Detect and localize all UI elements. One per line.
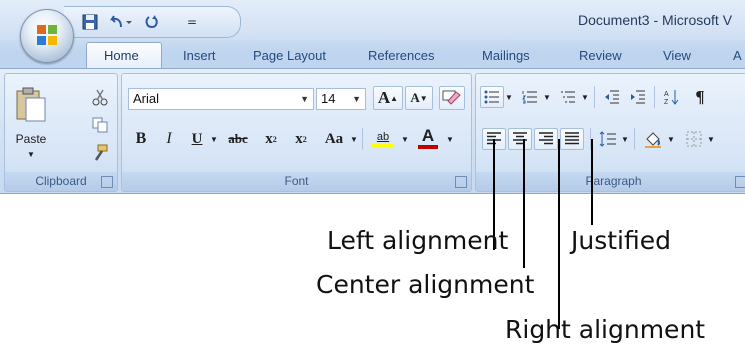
ribbon-body: Paste ▼ Clipboard Arial ▼ 14 ▼ A ▲ A ▼ B… <box>0 68 745 193</box>
clipboard-dialog-launcher-icon[interactable] <box>101 176 113 188</box>
justify-icon <box>565 132 579 145</box>
grow-font-button[interactable]: A ▲ <box>373 86 403 110</box>
decrease-indent-icon[interactable] <box>600 86 624 108</box>
underline-button[interactable]: U <box>186 128 208 150</box>
office-button[interactable] <box>20 9 74 63</box>
clipboard-group: Paste ▼ Clipboard <box>4 73 118 192</box>
subscript-button[interactable]: x2 <box>258 128 284 150</box>
change-case-button[interactable]: Aa <box>318 128 350 150</box>
save-icon[interactable] <box>78 10 102 34</box>
quick-access-toolbar: = <box>64 6 241 38</box>
font-separator <box>362 128 363 150</box>
sort-icon[interactable]: AZ <box>660 86 684 108</box>
cut-icon[interactable] <box>89 86 111 108</box>
paste-dropdown-arrow-icon[interactable]: ▼ <box>21 148 41 160</box>
superscript-icon: x <box>295 130 303 147</box>
tab-references[interactable]: References <box>368 48 434 63</box>
clear-formatting-icon[interactable] <box>439 86 465 110</box>
copy-icon[interactable] <box>89 114 111 136</box>
highlight-color-swatch <box>372 143 394 148</box>
highlight-button[interactable]: ab <box>368 126 398 152</box>
bold-button[interactable]: B <box>130 128 152 150</box>
paragraph-separator-4 <box>634 128 635 150</box>
multilevel-list-icon[interactable] <box>556 86 580 108</box>
shrink-font-icon: A <box>410 90 420 105</box>
font-dialog-launcher-icon[interactable] <box>455 176 467 188</box>
justified-callout-line <box>591 139 593 225</box>
justify-button[interactable] <box>560 128 584 150</box>
title-bar: = Document3 - Microsoft V <box>0 0 745 40</box>
font-color-swatch <box>418 145 438 149</box>
strikethrough-button[interactable]: abc <box>222 128 254 150</box>
align-center-button[interactable] <box>508 128 532 150</box>
align-right-button[interactable] <box>534 128 558 150</box>
redo-icon[interactable] <box>140 10 170 34</box>
font-size-select[interactable]: 14 ▼ <box>316 88 366 110</box>
svg-text:A: A <box>664 91 669 98</box>
font-color-dropdown-icon[interactable]: ▼ <box>444 128 456 150</box>
numbering-icon[interactable] <box>518 86 542 108</box>
justified-label: Justified <box>571 226 671 255</box>
paste-icon[interactable] <box>11 84 51 124</box>
font-size-value: 14 <box>321 91 336 106</box>
font-size-dropdown-icon: ▼ <box>352 94 361 104</box>
shading-dropdown-icon[interactable]: ▼ <box>666 128 676 150</box>
highlight-dropdown-icon[interactable]: ▼ <box>399 128 411 150</box>
borders-icon[interactable] <box>682 128 706 150</box>
paragraph-group: ▼ ▼ ▼ AZ ¶ ▼ ▼ ▼ Paragraph <box>475 73 745 192</box>
underline-dropdown-icon[interactable]: ▼ <box>208 128 220 150</box>
font-group-label: Font <box>122 172 471 191</box>
show-marks-button[interactable]: ¶ <box>688 86 712 108</box>
tab-mailings[interactable]: Mailings <box>482 48 530 63</box>
font-group: Arial ▼ 14 ▼ A ▲ A ▼ B I U ▼ abc x2 x2 Aa … <box>121 73 472 192</box>
svg-text:Z: Z <box>664 99 669 105</box>
font-color-button[interactable]: A <box>414 124 442 152</box>
left-alignment-label: Left alignment <box>327 226 509 255</box>
highlight-icon: ab <box>376 130 390 143</box>
font-color-icon: A <box>421 126 435 145</box>
office-logo-icon <box>37 25 57 45</box>
tab-page-layout[interactable]: Page Layout <box>253 48 326 63</box>
paragraph-group-label: Paragraph <box>476 172 745 191</box>
borders-dropdown-icon[interactable]: ▼ <box>706 128 716 150</box>
subscript-icon: x <box>265 130 273 147</box>
bullets-dropdown-icon[interactable]: ▼ <box>504 86 514 108</box>
right-alignment-label: Right alignment <box>505 315 706 344</box>
numbering-dropdown-icon[interactable]: ▼ <box>542 86 552 108</box>
tab-home[interactable]: Home <box>104 48 139 63</box>
change-case-dropdown-icon[interactable]: ▼ <box>349 128 359 150</box>
center-alignment-label: Center alignment <box>316 270 535 299</box>
shrink-font-button[interactable]: A ▼ <box>405 86 433 110</box>
grow-font-icon: A <box>377 88 391 107</box>
ribbon-tabs: Home Insert Page Layout References Maili… <box>0 40 745 71</box>
multilevel-dropdown-icon[interactable]: ▼ <box>580 86 590 108</box>
window-title: Document3 - Microsoft V <box>578 12 733 28</box>
undo-icon[interactable] <box>106 10 136 34</box>
paste-button[interactable]: Paste <box>9 130 53 148</box>
align-center-icon <box>513 132 527 145</box>
tab-insert[interactable]: Insert <box>183 48 216 63</box>
line-spacing-dropdown-icon[interactable]: ▼ <box>620 128 630 150</box>
center-alignment-callout-line <box>523 139 525 268</box>
format-painter-icon[interactable] <box>89 142 111 164</box>
right-alignment-callout-line <box>558 139 560 329</box>
tab-view[interactable]: View <box>663 48 691 63</box>
font-family-dropdown-icon: ▼ <box>300 94 309 104</box>
paragraph-dialog-launcher-icon[interactable] <box>735 176 745 188</box>
customize-qat-icon[interactable]: = <box>182 10 202 34</box>
line-spacing-icon[interactable] <box>596 128 620 150</box>
italic-button[interactable]: I <box>158 128 180 150</box>
tab-review[interactable]: Review <box>579 48 622 63</box>
font-family-select[interactable]: Arial ▼ <box>128 88 314 110</box>
tab-overflow[interactable]: A <box>733 48 742 63</box>
ribbon: = Document3 - Microsoft V Home Insert Pa… <box>0 0 745 194</box>
paragraph-separator-2 <box>654 86 655 108</box>
increase-indent-icon[interactable] <box>626 86 650 108</box>
font-family-value: Arial <box>133 91 160 106</box>
superscript-button[interactable]: x2 <box>288 128 314 150</box>
align-right-icon <box>539 132 553 145</box>
bullets-icon[interactable] <box>480 86 504 108</box>
paragraph-separator-1 <box>594 86 595 108</box>
shading-icon[interactable] <box>640 128 666 150</box>
